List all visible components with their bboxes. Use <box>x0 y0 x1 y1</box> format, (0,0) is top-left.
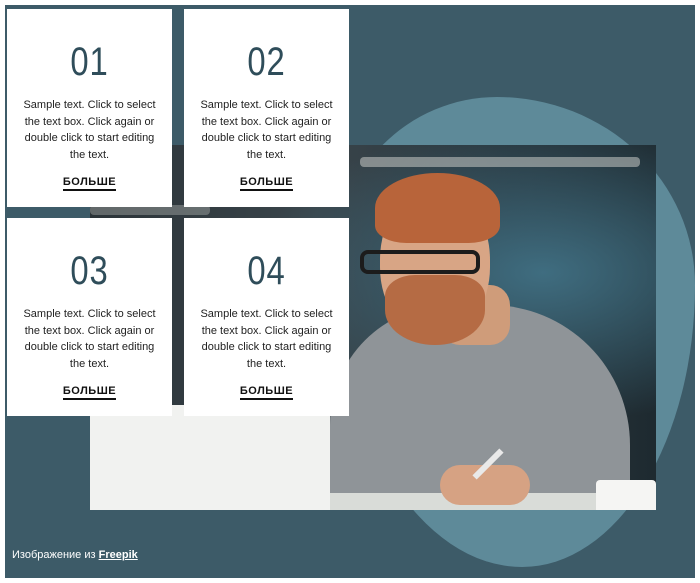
card-number: 03 <box>70 249 109 293</box>
card-text: Sample text. Click to select the text bo… <box>200 308 333 370</box>
more-link[interactable]: БОЛЬШЕ <box>239 176 294 191</box>
more-link[interactable]: БОЛЬШЕ <box>62 385 117 400</box>
credit-prefix: Изображение из <box>12 549 96 561</box>
hero-photo <box>90 145 656 510</box>
feature-card-4: 04 Sample text. Click to select the text… <box>184 218 349 416</box>
card-number: 04 <box>247 249 286 293</box>
card-text: Sample text. Click to select the text bo… <box>23 308 156 370</box>
freepik-link[interactable]: Freepik <box>99 549 138 561</box>
more-link[interactable]: БОЛЬШЕ <box>62 176 117 191</box>
more-link[interactable]: БОЛЬШЕ <box>239 385 294 400</box>
card-text: Sample text. Click to select the text bo… <box>200 99 333 161</box>
feature-card-3: 03 Sample text. Click to select the text… <box>7 218 172 416</box>
image-credit: Изображение из Freepik <box>12 549 138 561</box>
card-text: Sample text. Click to select the text bo… <box>23 99 156 161</box>
feature-card-1: 01 Sample text. Click to select the text… <box>7 9 172 207</box>
card-number: 02 <box>247 40 286 84</box>
card-number: 01 <box>70 40 109 84</box>
feature-card-2: 02 Sample text. Click to select the text… <box>184 9 349 207</box>
section-background: 01 Sample text. Click to select the text… <box>5 5 695 578</box>
